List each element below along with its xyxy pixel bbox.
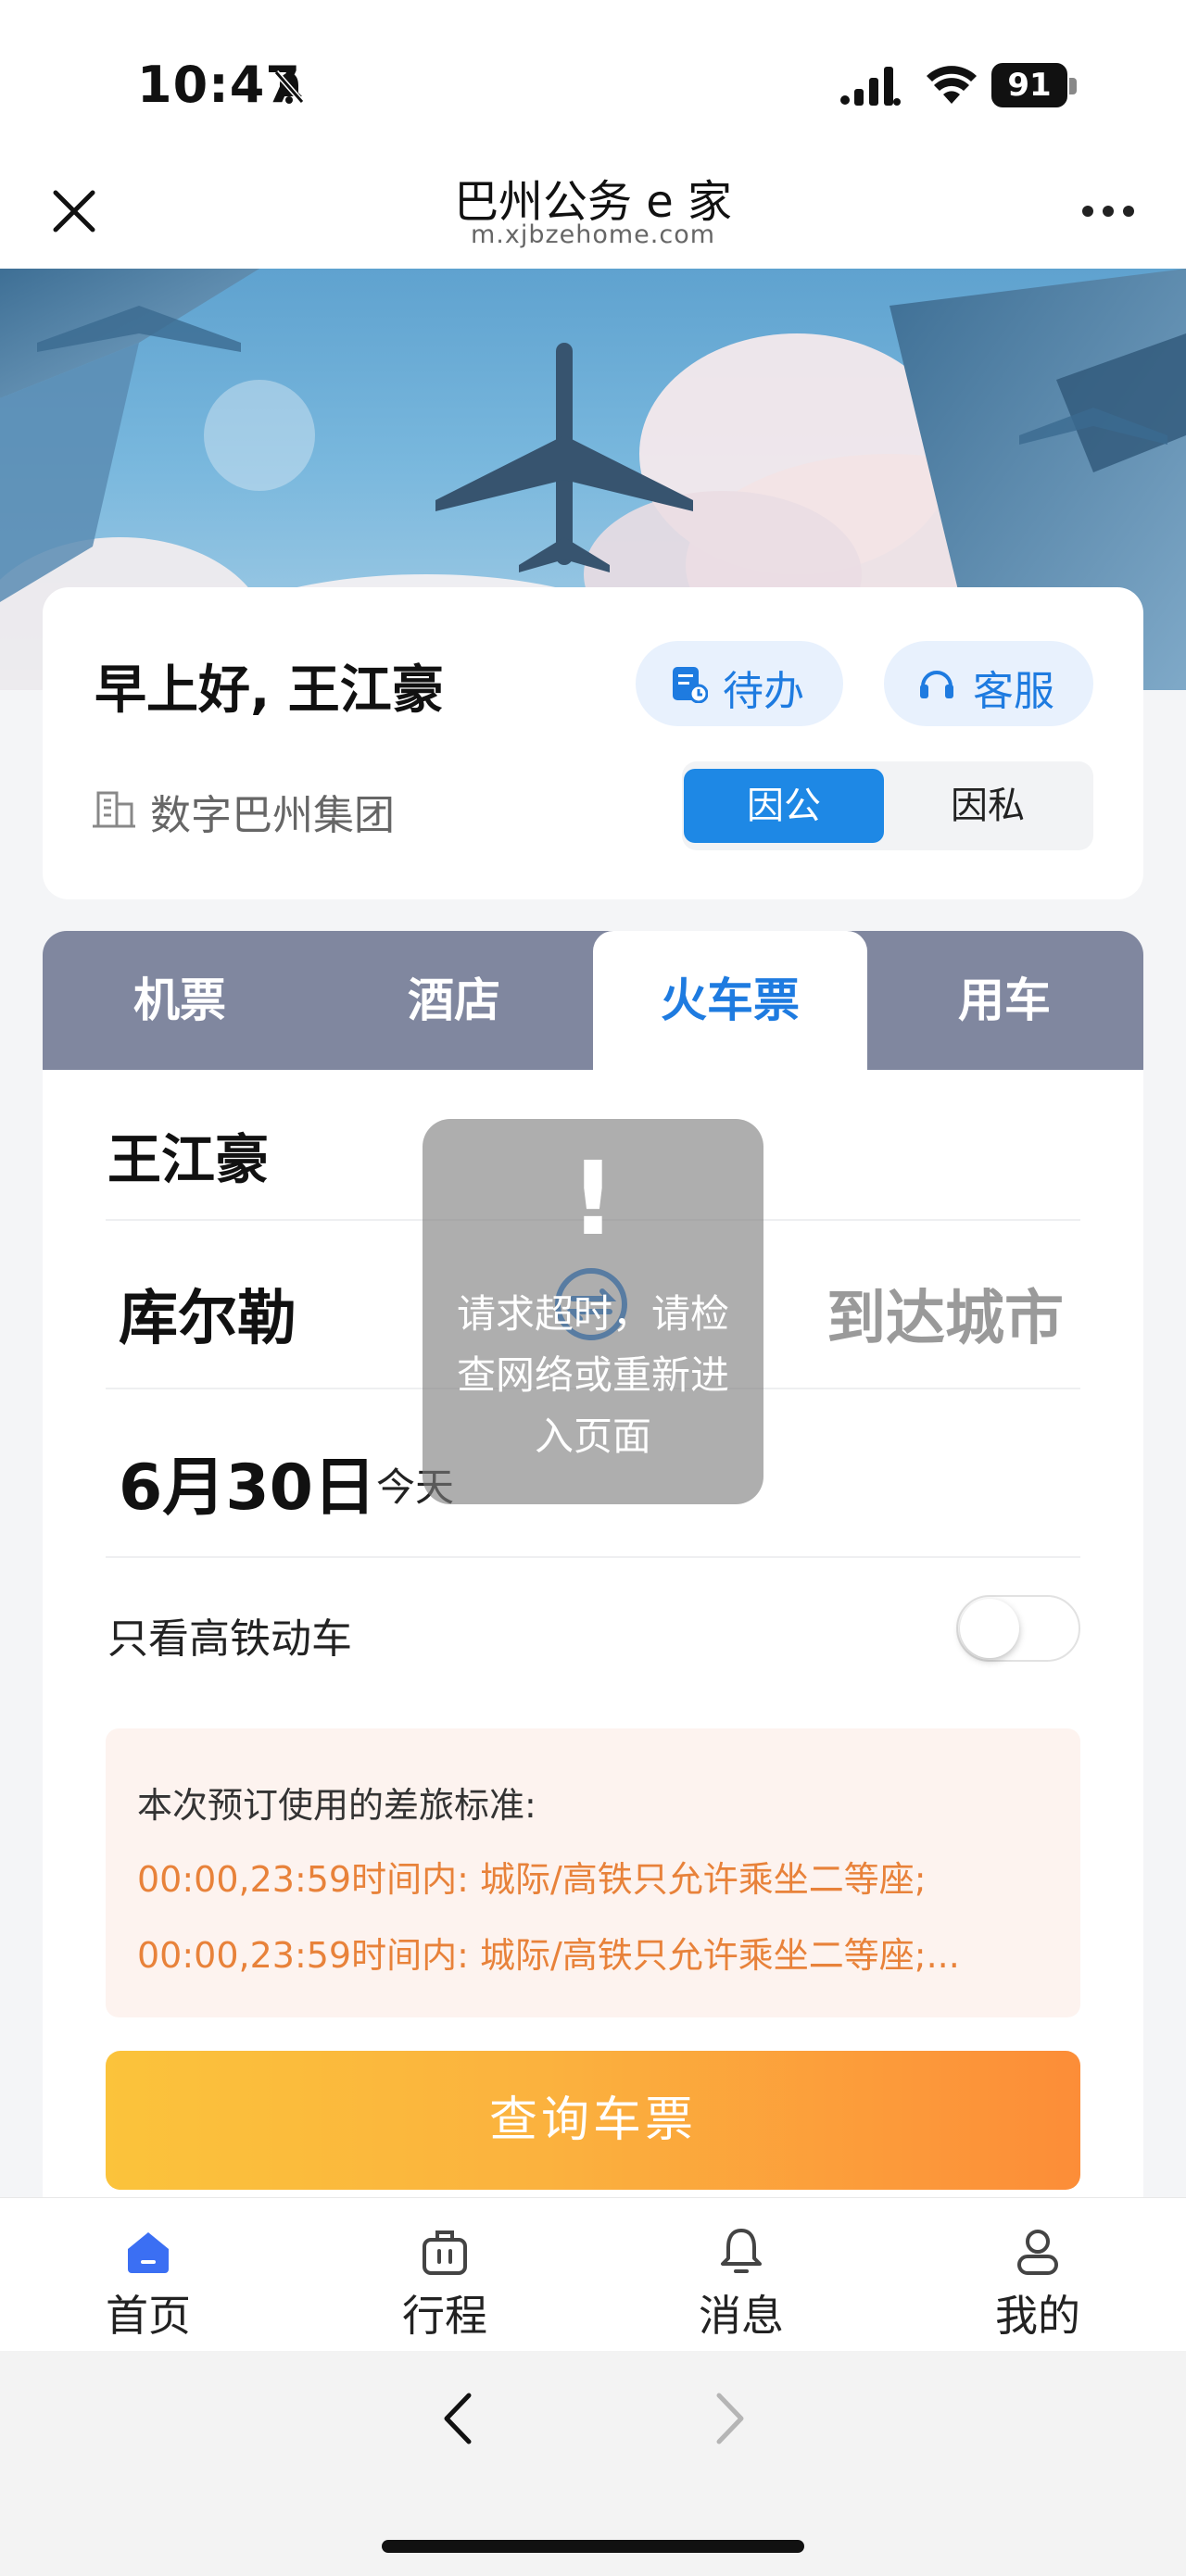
travel-policy-line[interactable]: 00:00,23:59时间内: 城际/高铁只允许乘坐二等座;...: [137, 1927, 960, 1978]
nav-home[interactable]: 首页: [56, 2223, 241, 2344]
todo-button[interactable]: 待办: [636, 641, 843, 726]
close-icon[interactable]: [48, 185, 100, 237]
battery-icon: 91: [991, 63, 1077, 109]
travel-policy-line: 00:00,23:59时间内: 城际/高铁只允许乘坐二等座;: [137, 1859, 927, 1900]
high-speed-only-label: 只看高铁动车: [107, 1615, 352, 1663]
cellular-signal-icon: [840, 67, 901, 106]
nav-profile[interactable]: 我的: [945, 2223, 1130, 2344]
building-icon: [93, 791, 135, 828]
bell-icon: [721, 2229, 762, 2273]
greeting-card: [43, 587, 1143, 899]
todo-icon: [673, 667, 708, 703]
headset-icon: [920, 671, 953, 698]
battery-level: 91: [991, 63, 1067, 107]
departure-date[interactable]: 6月30日: [119, 1436, 376, 1527]
departure-city[interactable]: 库尔勒: [119, 1271, 296, 1356]
forward-arrow-icon[interactable]: [706, 2390, 752, 2447]
warning-icon: !: [569, 1139, 617, 1258]
nav-messages-label: 消息: [699, 2291, 784, 2341]
user-icon: [1017, 2230, 1058, 2275]
greeting-text: 早上好, 王江豪: [95, 660, 444, 721]
wifi-icon: [927, 66, 977, 104]
search-tickets-button[interactable]: 查询车票: [106, 2051, 1080, 2190]
home-indicator: [382, 2540, 804, 2553]
tab-train-tickets[interactable]: 火车票: [593, 931, 867, 1070]
business-trip-option[interactable]: 因公: [684, 769, 884, 843]
passenger-name[interactable]: 王江豪: [107, 1116, 269, 1194]
suitcase-icon: [423, 2230, 467, 2275]
arrival-city-placeholder[interactable]: 到达城市: [826, 1271, 1064, 1356]
silent-bell-icon: [273, 70, 305, 104]
customer-service-label: 客服: [973, 668, 1054, 715]
tab-hotels[interactable]: 酒店: [317, 931, 591, 1070]
todo-label: 待办: [723, 668, 804, 715]
nav-profile-label: 我的: [995, 2291, 1080, 2341]
more-options-icon[interactable]: [1082, 206, 1134, 219]
high-speed-only-toggle[interactable]: [956, 1595, 1080, 1662]
nav-trips[interactable]: 行程: [352, 2223, 537, 2344]
nav-messages[interactable]: 消息: [649, 2223, 834, 2344]
nav-trips-label: 行程: [402, 2291, 487, 2341]
nav-home-label: 首页: [106, 2291, 191, 2341]
travel-policy-title: 本次预订使用的差旅标准:: [137, 1785, 536, 1826]
error-toast-message: 请求超时，请检查网络或重新进入页面: [456, 1291, 729, 1459]
page-url: m.xjbzehome.com: [470, 220, 716, 249]
private-trip-option[interactable]: 因私: [888, 769, 1088, 843]
tab-car[interactable]: 用车: [867, 931, 1142, 1070]
back-arrow-icon[interactable]: [435, 2390, 482, 2447]
divider: [106, 1556, 1080, 1558]
customer-service-button[interactable]: 客服: [884, 641, 1093, 726]
home-icon: [128, 2232, 169, 2273]
tab-flights[interactable]: 机票: [43, 931, 317, 1070]
company-name: 数字巴州集团: [150, 792, 395, 839]
